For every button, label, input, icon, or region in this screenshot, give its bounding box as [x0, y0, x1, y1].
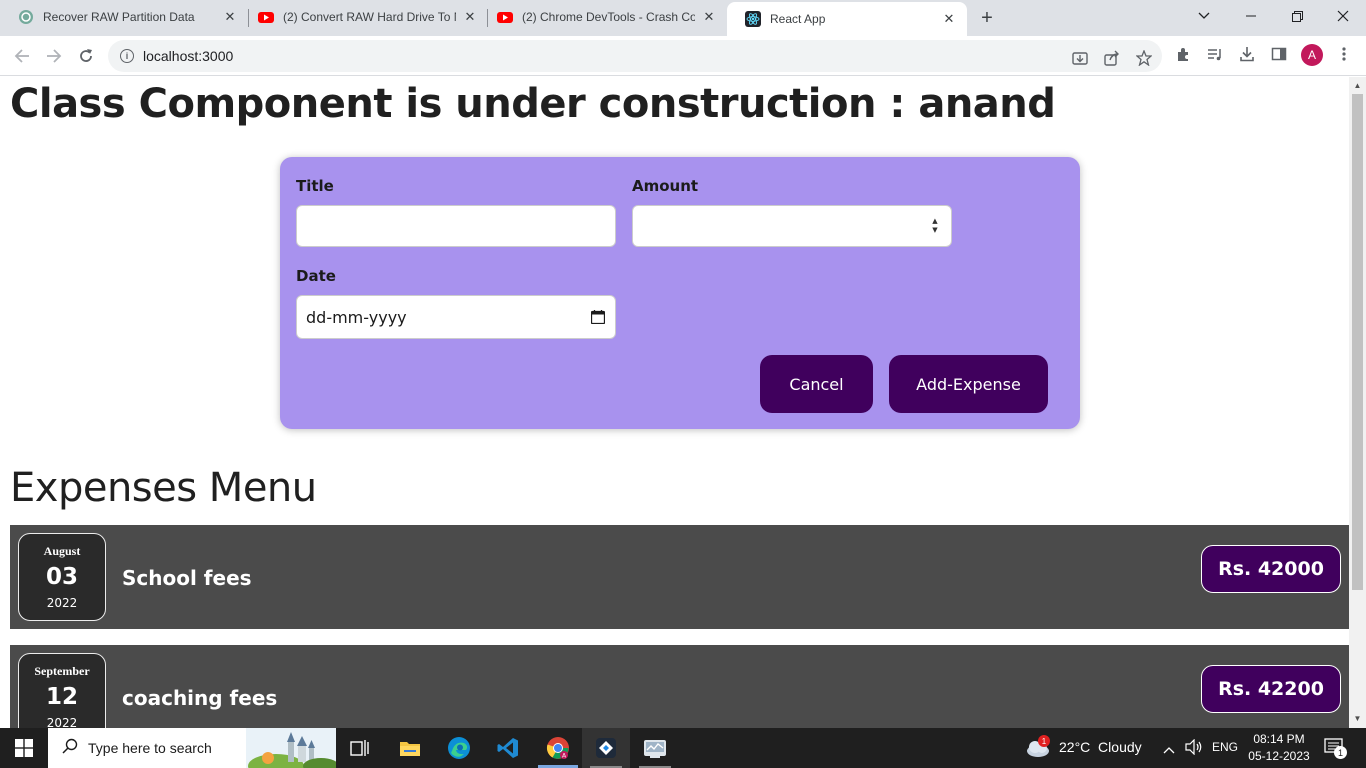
title-label: Title — [296, 177, 334, 195]
calendar-icon[interactable] — [590, 309, 606, 325]
expense-title: coaching fees — [122, 686, 278, 710]
bookmark-star-icon[interactable] — [1134, 48, 1154, 68]
cancel-button[interactable]: Cancel — [760, 355, 873, 413]
tab-close-icon[interactable]: ✕ — [462, 9, 478, 25]
tab-title: React App — [770, 12, 826, 26]
weather-text[interactable]: 22°C Cloudy — [1059, 739, 1142, 755]
share-icon[interactable] — [1102, 48, 1122, 68]
edge-browser-icon[interactable] — [435, 728, 483, 768]
tab-title: (2) Convert RAW Hard Drive To N — [283, 10, 456, 24]
clock-date: 05-12-2023 — [1248, 749, 1310, 763]
page-scrollbar[interactable]: ▲ ▼ — [1349, 77, 1366, 728]
title-input[interactable] — [296, 205, 616, 247]
site-info-icon[interactable]: i — [120, 49, 134, 63]
tab-search-icon[interactable] — [1181, 0, 1227, 32]
date-label: Date — [296, 267, 336, 285]
expense-year: 2022 — [46, 716, 78, 728]
downloads-icon[interactable] — [1237, 44, 1257, 64]
media-control-icon[interactable] — [1205, 44, 1225, 64]
browser-tab[interactable]: (2) Chrome DevTools - Crash Co ✕ — [479, 0, 727, 34]
install-app-icon[interactable] — [1070, 48, 1090, 68]
expense-day: 12 — [45, 684, 78, 710]
expense-date: August 03 2022 — [18, 533, 106, 621]
taskbar-search[interactable]: Type here to search — [48, 728, 336, 768]
taskbar-clock[interactable]: 08:14 PM 05-12-2023 — [1242, 731, 1316, 765]
youtube-icon — [497, 9, 513, 25]
profile-avatar[interactable]: A — [1301, 44, 1323, 66]
expense-item: September 12 2022 coaching fees Rs. 4220… — [10, 645, 1349, 728]
expense-title: School fees — [122, 566, 252, 590]
expense-year: 2022 — [46, 596, 78, 610]
page-title: Class Component is under construction : … — [10, 81, 1056, 127]
amount-label: Amount — [632, 177, 699, 195]
address-bar[interactable]: i localhost:3000 — [108, 40, 1162, 72]
tab-close-icon[interactable]: ✕ — [941, 11, 957, 27]
minimize-icon[interactable] — [1228, 0, 1274, 32]
side-panel-icon[interactable] — [1269, 44, 1289, 64]
expenses-heading: Expenses Menu — [10, 465, 317, 511]
language-indicator[interactable]: ENG — [1212, 740, 1238, 754]
recovery-app-icon[interactable] — [631, 728, 679, 768]
expense-month: August — [43, 544, 81, 558]
tab-close-icon[interactable]: ✕ — [701, 9, 717, 25]
browser-tab[interactable]: Recover RAW Partition Data ✕ — [0, 0, 248, 34]
reload-icon[interactable] — [74, 44, 98, 68]
close-window-icon[interactable] — [1320, 0, 1366, 32]
expense-item: August 03 2022 School fees Rs. 42000 — [10, 525, 1349, 629]
chrome-icon[interactable]: A — [534, 728, 582, 768]
scroll-up-icon[interactable]: ▲ — [1353, 81, 1362, 90]
show-hidden-icons-icon[interactable] — [1163, 741, 1175, 759]
back-icon[interactable] — [10, 44, 34, 68]
expense-date: September 12 2022 — [18, 653, 106, 728]
weather-cloud-icon[interactable]: 1 — [1025, 735, 1053, 760]
volume-icon[interactable] — [1185, 738, 1203, 760]
browser-tab-active[interactable]: React App ✕ — [727, 2, 967, 36]
weather-badge: 1 — [1038, 735, 1050, 747]
browser-tab[interactable]: (2) Convert RAW Hard Drive To N ✕ — [240, 0, 488, 34]
youtube-icon — [258, 9, 274, 25]
tab-title: Recover RAW Partition Data — [43, 10, 195, 24]
task-view-icon[interactable] — [336, 728, 384, 768]
clock-time: 08:14 PM — [1253, 732, 1305, 746]
url-text[interactable]: localhost:3000 — [143, 48, 233, 64]
react-icon — [745, 11, 761, 27]
scroll-down-icon[interactable]: ▼ — [1353, 714, 1362, 723]
expense-price: Rs. 42000 — [1201, 545, 1341, 593]
extensions-icon[interactable] — [1173, 44, 1193, 64]
browser-toolbar: i localhost:3000 A — [0, 36, 1366, 76]
notifications-icon[interactable]: 1 — [1324, 738, 1347, 763]
notification-count: 1 — [1334, 746, 1347, 759]
expense-price: Rs. 42200 — [1201, 665, 1341, 713]
number-spinner-icon[interactable]: ▲ ▼ — [929, 216, 941, 236]
chrome-menu-icon[interactable] — [1334, 44, 1354, 64]
restore-icon[interactable] — [1274, 0, 1320, 32]
page-viewport: Class Component is under construction : … — [0, 77, 1349, 728]
date-input[interactable]: dd-mm-yyyy — [296, 295, 616, 339]
castle-illustration-icon — [246, 728, 336, 768]
search-placeholder: Type here to search — [88, 740, 212, 756]
tab-title: (2) Chrome DevTools - Crash Co — [522, 10, 695, 24]
filmora-app-icon[interactable] — [582, 728, 630, 768]
chatgpt-icon — [18, 9, 34, 25]
add-expense-button[interactable]: Add-Expense — [889, 355, 1048, 413]
windows-taskbar: Type here to search A 1 22°C Cloudy ENG … — [0, 728, 1366, 768]
expense-month: September — [34, 664, 90, 678]
amount-input[interactable]: ▲ ▼ — [632, 205, 952, 247]
new-expense-form: Title Amount ▲ ▼ Date dd-mm-yyyy Cancel A… — [280, 157, 1080, 429]
expense-day: 03 — [45, 564, 78, 590]
vscode-icon[interactable] — [484, 728, 532, 768]
date-placeholder: dd-mm-yyyy — [306, 307, 407, 327]
tab-strip: Recover RAW Partition Data ✕ (2) Convert… — [0, 0, 1366, 36]
windows-start-icon[interactable] — [0, 728, 48, 768]
scroll-thumb[interactable] — [1352, 94, 1363, 590]
search-icon — [62, 738, 78, 759]
new-tab-icon[interactable]: + — [975, 6, 999, 30]
file-explorer-icon[interactable] — [386, 728, 434, 768]
tab-close-icon[interactable]: ✕ — [222, 9, 238, 25]
forward-icon[interactable] — [42, 44, 66, 68]
